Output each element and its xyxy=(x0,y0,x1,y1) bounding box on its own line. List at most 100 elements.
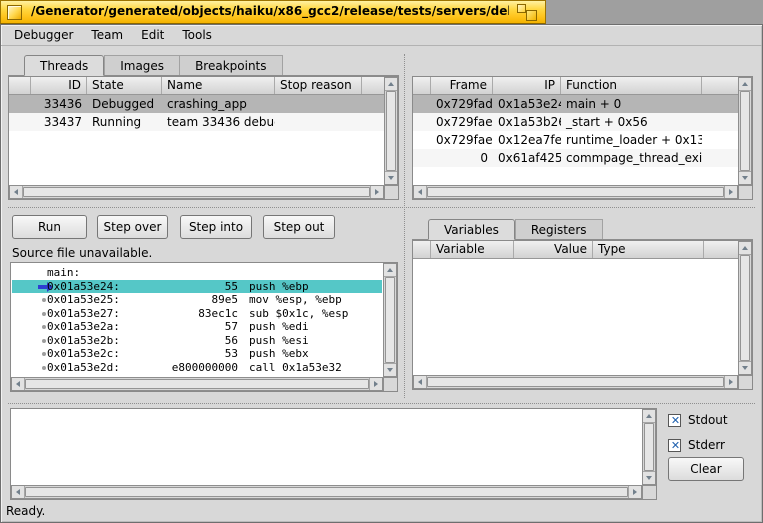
threads-table-body: 33436 Debugged crashing_app 33437 Running tea… xyxy=(9,95,384,185)
disassembly-line[interactable]: 0x01a53e2a: 57 push %edi xyxy=(12,320,382,334)
vertical-scrollbar[interactable] xyxy=(738,77,752,185)
header-cell-name[interactable]: Name xyxy=(162,77,275,94)
menu-item-debugger[interactable]: Debugger xyxy=(5,25,82,45)
header-cell-value[interactable]: Value xyxy=(514,241,593,258)
vertical-scroll-thumb[interactable] xyxy=(386,91,396,171)
disassembly-line[interactable]: 0x01a53e32: 5b pop %ebx xyxy=(12,374,382,376)
stdout-checkbox[interactable]: ✕ xyxy=(668,413,681,427)
vertical-splitter[interactable] xyxy=(404,54,405,398)
scroll-up-button[interactable] xyxy=(384,264,396,277)
scroll-left-button[interactable] xyxy=(10,186,23,198)
step-over-button[interactable]: Step over xyxy=(97,215,168,239)
scroll-up-button[interactable] xyxy=(739,242,751,255)
header-cell-state[interactable]: State xyxy=(87,77,162,94)
horizontal-scroll-thumb[interactable] xyxy=(427,187,724,197)
table-row[interactable]: 33437 Running team 33436 debug task xyxy=(9,113,384,131)
horizontal-scrollbar[interactable] xyxy=(413,185,738,199)
scroll-up-button[interactable] xyxy=(643,410,655,423)
close-button[interactable] xyxy=(7,5,22,20)
scroll-left-button[interactable] xyxy=(12,378,25,390)
horizontal-scrollbar[interactable] xyxy=(413,375,738,389)
scroll-left-button[interactable] xyxy=(414,376,427,388)
vertical-scroll-thumb[interactable] xyxy=(740,91,750,171)
disassembly-line[interactable]: 0x01a53e27: 83ec1c sub $0x1c, %esp xyxy=(12,307,382,321)
disassembly-line[interactable]: 0x01a53e2b: 56 push %esi xyxy=(12,334,382,348)
disassembly-line[interactable]: 0x01a53e24: 55 push %ebp xyxy=(12,279,382,293)
header-cell-variable[interactable]: Variable xyxy=(431,241,514,258)
clear-button[interactable]: Clear xyxy=(668,457,744,481)
scroll-left-button[interactable] xyxy=(414,186,427,198)
tab-variables[interactable]: Variables xyxy=(428,219,515,240)
disassembly-line[interactable]: 0x01a53e2d: e800000000 call 0x1a53e32 xyxy=(12,361,382,375)
horizontal-scrollbar[interactable] xyxy=(11,485,642,499)
header-cell-id[interactable]: ID xyxy=(31,77,87,94)
tab-images[interactable]: Images xyxy=(104,55,181,75)
tab-breakpoints[interactable]: Breakpoints xyxy=(180,55,283,75)
header-cell-icon[interactable] xyxy=(413,77,431,94)
scroll-right-button[interactable] xyxy=(369,378,382,390)
header-cell-icon[interactable] xyxy=(413,241,431,258)
scroll-down-button[interactable] xyxy=(739,361,751,374)
step-into-button[interactable]: Step into xyxy=(180,215,252,239)
table-row[interactable]: 0 0x61af4258 commpage_thread_exit + 0 xyxy=(413,149,738,167)
header-cell-type[interactable]: Type xyxy=(593,241,704,258)
table-row[interactable]: 0x729fade0 0x1a53e24 main + 0 xyxy=(413,95,738,113)
vertical-scrollbar[interactable] xyxy=(738,241,752,375)
breakpoint-bullet-icon[interactable] xyxy=(42,325,46,329)
right-arrow-icon xyxy=(374,381,378,387)
breakpoint-bullet-icon[interactable] xyxy=(42,352,46,356)
tab-registers[interactable]: Registers xyxy=(514,219,603,239)
horizontal-scrollbar[interactable] xyxy=(9,185,384,199)
vertical-scroll-thumb[interactable] xyxy=(644,423,654,471)
menu-item-team[interactable]: Team xyxy=(82,25,132,45)
tab-threads[interactable]: Threads xyxy=(24,55,105,76)
scroll-left-button[interactable] xyxy=(12,486,25,498)
disassembly-line[interactable]: 0x01a53e25: 89e5 mov %esp, %ebp xyxy=(12,293,382,307)
menu-item-tools[interactable]: Tools xyxy=(173,25,221,45)
scroll-up-button[interactable] xyxy=(385,78,397,91)
horizontal-splitter-bottom[interactable] xyxy=(8,403,755,404)
scroll-right-button[interactable] xyxy=(724,376,737,388)
zoom-button[interactable] xyxy=(517,4,537,21)
table-row[interactable]: 0x729fae48 0x12ea7fe runtime_loader + 0x13… xyxy=(413,131,738,149)
scroll-down-button[interactable] xyxy=(384,363,396,376)
horizontal-scroll-thumb[interactable] xyxy=(23,187,370,197)
scroll-down-button[interactable] xyxy=(385,171,397,184)
breakpoint-bullet-icon[interactable] xyxy=(42,338,46,343)
horizontal-scrollbar[interactable] xyxy=(11,377,383,391)
run-button[interactable]: Run xyxy=(12,215,87,239)
table-row[interactable]: 33436 Debugged crashing_app xyxy=(9,95,384,113)
table-row[interactable]: 0x729fae08 0x1a53b26 _start + 0x56 xyxy=(413,113,738,131)
header-cell-frame[interactable]: Frame xyxy=(431,77,493,94)
scroll-right-button[interactable] xyxy=(724,186,737,198)
vertical-scrollbar[interactable] xyxy=(642,409,656,485)
breakpoint-bullet-icon[interactable] xyxy=(42,365,46,370)
vertical-scrollbar[interactable] xyxy=(384,77,398,185)
titlebar[interactable]: /Generator/generated/objects/haiku/x86_g… xyxy=(0,0,546,24)
header-cell-function[interactable]: Function xyxy=(561,77,702,94)
breakpoint-bullet-icon[interactable] xyxy=(42,298,46,302)
menu-item-edit[interactable]: Edit xyxy=(132,25,173,45)
vertical-scroll-thumb[interactable] xyxy=(740,255,750,361)
scroll-down-button[interactable] xyxy=(643,471,655,484)
horizontal-scroll-thumb[interactable] xyxy=(25,487,628,497)
horizontal-scroll-thumb[interactable] xyxy=(427,377,724,387)
header-cell-stop-reason[interactable]: Stop reason xyxy=(275,77,362,94)
disassembly-line[interactable]: 0x01a53e2c: 53 push %ebx xyxy=(12,347,382,361)
scroll-right-button[interactable] xyxy=(370,186,383,198)
horizontal-scroll-thumb[interactable] xyxy=(25,379,369,389)
scroll-up-button[interactable] xyxy=(739,78,751,91)
horizontal-splitter-top[interactable] xyxy=(8,207,755,208)
step-out-button[interactable]: Step out xyxy=(263,215,335,239)
vertical-scrollbar[interactable] xyxy=(383,263,397,377)
vertical-scroll-thumb[interactable] xyxy=(385,277,395,363)
header-cell-ip[interactable]: IP xyxy=(493,77,561,94)
breakpoint-bullet-icon[interactable] xyxy=(42,311,46,316)
disassembly-content[interactable]: main: 0x01a53e24: 55 push %ebp 0x01a53e25: 89… xyxy=(12,264,382,376)
stderr-checkbox[interactable]: ✕ xyxy=(668,438,681,452)
header-cell-icon[interactable] xyxy=(9,77,31,94)
scroll-down-button[interactable] xyxy=(739,171,751,184)
scroll-right-button[interactable] xyxy=(628,486,641,498)
console-output[interactable] xyxy=(10,408,657,500)
cell-name: team 33436 debug task xyxy=(167,115,275,129)
